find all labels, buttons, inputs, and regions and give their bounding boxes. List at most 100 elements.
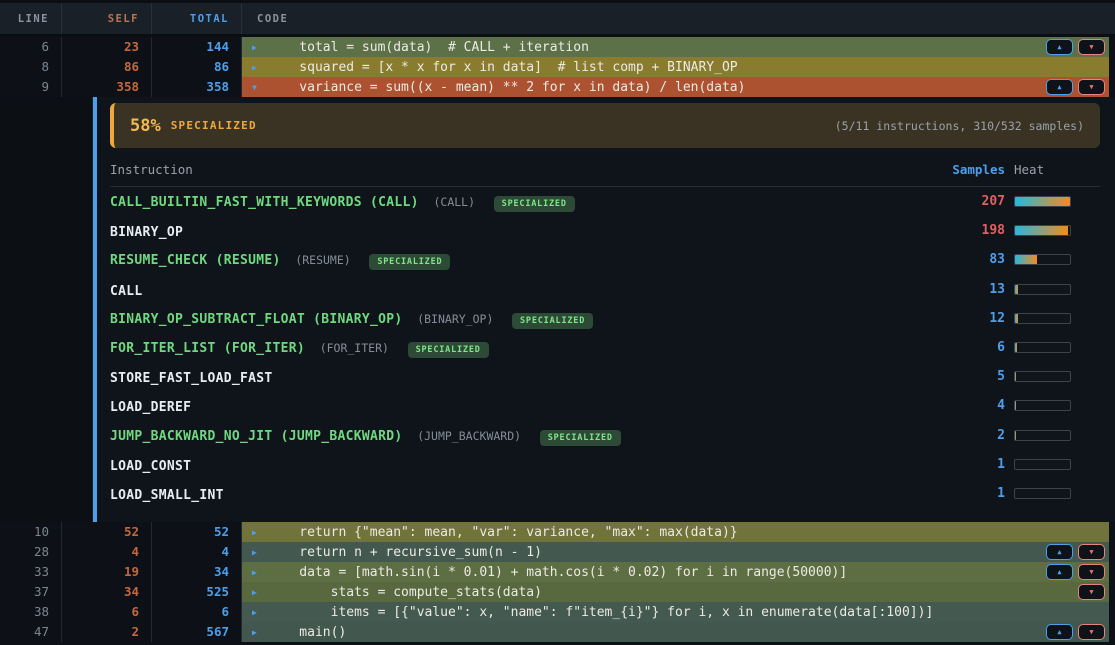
- total-samples: 6: [152, 602, 242, 622]
- code-cell[interactable]: ▶ total = sum(data) # CALL + iteration ▲…: [242, 37, 1109, 57]
- move-up-button[interactable]: ▲: [1046, 39, 1073, 55]
- heat-bar-track: [1014, 488, 1071, 499]
- column-header-samples[interactable]: Samples: [915, 162, 1005, 177]
- code-row[interactable]: 10 52 52 ▶ return {"mean": mean, "var": …: [0, 522, 1115, 542]
- code-row-expanded[interactable]: 9 358 358 ▼ variance = sum((x - mean) **…: [0, 77, 1115, 97]
- heat-bar: [1005, 488, 1100, 499]
- instruction-name: RESUME_CHECK (RESUME): [110, 253, 281, 268]
- instruction-name: BINARY_OP: [110, 225, 183, 240]
- heat-bar-track: [1014, 400, 1071, 411]
- self-samples: 34: [62, 582, 152, 602]
- row-actions: ▼: [1070, 584, 1109, 600]
- code-row[interactable]: 6 23 144 ▶ total = sum(data) # CALL + it…: [0, 37, 1115, 57]
- expand-icon[interactable]: ▶: [252, 588, 268, 597]
- sample-count: 207: [915, 194, 1005, 209]
- heat-bar-fill: [1015, 285, 1018, 294]
- line-number: 9: [0, 77, 62, 97]
- collapse-icon[interactable]: ▼: [252, 83, 268, 92]
- move-up-button[interactable]: ▲: [1046, 79, 1073, 95]
- code-row[interactable]: 47 2 567 ▶ main() ▲ ▼: [0, 622, 1115, 642]
- move-down-button[interactable]: ▼: [1078, 624, 1105, 640]
- instruction-name-cell: LOAD_CONST: [110, 455, 915, 474]
- instruction-name-cell: CALL_BUILTIN_FAST_WITH_KEYWORDS (CALL) (…: [110, 191, 915, 212]
- move-down-button[interactable]: ▼: [1078, 564, 1105, 580]
- move-down-button[interactable]: ▼: [1078, 584, 1105, 600]
- move-up-button[interactable]: ▲: [1046, 544, 1073, 560]
- instruction-base-opcode: (JUMP_BACKWARD): [417, 429, 521, 443]
- code-row[interactable]: 33 19 34 ▶ data = [math.sin(i * 0.01) + …: [0, 562, 1115, 582]
- instruction-name-cell: JUMP_BACKWARD_NO_JIT (JUMP_BACKWARD) (JU…: [110, 425, 915, 446]
- heat-bar: [1005, 254, 1100, 265]
- code-row[interactable]: 38 6 6 ▶ items = [{"value": x, "name": f…: [0, 602, 1115, 622]
- column-header-self[interactable]: SELF: [62, 3, 152, 34]
- move-up-button[interactable]: ▲: [1046, 564, 1073, 580]
- line-number: 38: [0, 602, 62, 622]
- expand-icon[interactable]: ▶: [252, 628, 268, 637]
- column-header-code: CODE: [242, 13, 288, 25]
- line-number: 47: [0, 622, 62, 642]
- code-cell[interactable]: ▶ squared = [x * x for x in data] # list…: [242, 57, 1109, 77]
- line-number: 33: [0, 562, 62, 582]
- total-samples: 358: [152, 77, 242, 97]
- total-samples: 144: [152, 37, 242, 57]
- specialized-badge: SPECIALIZED: [512, 313, 593, 329]
- code-text: return {"mean": mean, "var": variance, "…: [268, 525, 738, 540]
- specialized-label: SPECIALIZED: [171, 119, 257, 132]
- code-cell[interactable]: ▶ return {"mean": mean, "var": variance,…: [242, 522, 1109, 542]
- code-row[interactable]: 37 34 525 ▶ stats = compute_stats(data) …: [0, 582, 1115, 602]
- column-header-total[interactable]: TOTAL: [152, 3, 242, 34]
- sample-count: 12: [915, 311, 1005, 326]
- code-cell[interactable]: ▶ main() ▲ ▼: [242, 622, 1109, 642]
- instruction-row: LOAD_DEREF 4: [110, 391, 1100, 420]
- self-samples: 2: [62, 622, 152, 642]
- code-cell[interactable]: ▼ variance = sum((x - mean) ** 2 for x i…: [242, 77, 1109, 97]
- code-cell[interactable]: ▶ return n + recursive_sum(n - 1) ▲ ▼: [242, 542, 1109, 562]
- down-arrow-icon: ▼: [1089, 549, 1093, 556]
- code-row[interactable]: 28 4 4 ▶ return n + recursive_sum(n - 1)…: [0, 542, 1115, 562]
- expand-icon[interactable]: ▶: [252, 63, 268, 72]
- down-arrow-icon: ▼: [1089, 589, 1093, 596]
- instruction-name: CALL: [110, 284, 143, 299]
- up-arrow-icon: ▲: [1057, 549, 1061, 556]
- heat-bar-track: [1014, 371, 1071, 382]
- code-cell[interactable]: ▶ data = [math.sin(i * 0.01) + math.cos(…: [242, 562, 1109, 582]
- instruction-row: LOAD_CONST 1: [110, 450, 1100, 479]
- heat-bar-fill: [1015, 197, 1070, 206]
- expand-icon[interactable]: ▶: [252, 43, 268, 52]
- line-number: 8: [0, 57, 62, 77]
- total-samples: 86: [152, 57, 242, 77]
- total-samples: 34: [152, 562, 242, 582]
- code-cell[interactable]: ▶ stats = compute_stats(data) ▼: [242, 582, 1109, 602]
- heat-bar: [1005, 284, 1100, 295]
- self-samples: 23: [62, 37, 152, 57]
- expand-icon[interactable]: ▶: [252, 548, 268, 557]
- profiler-table: LINE SELF TOTAL CODE 6 23 144 ▶ total = …: [0, 0, 1115, 645]
- instruction-base-opcode: (FOR_ITER): [320, 341, 389, 355]
- expand-icon[interactable]: ▶: [252, 568, 268, 577]
- heat-bar-track: [1014, 254, 1071, 265]
- line-number: 10: [0, 522, 62, 542]
- column-header-instruction: Instruction: [110, 162, 915, 177]
- specialized-badge: SPECIALIZED: [540, 430, 621, 446]
- code-text: data = [math.sin(i * 0.01) + math.cos(i …: [268, 565, 847, 580]
- code-row[interactable]: 8 86 86 ▶ squared = [x * x for x in data…: [0, 57, 1115, 77]
- specialization-panel: 58% SPECIALIZED (5/11 instructions, 310/…: [0, 97, 1115, 522]
- instruction-table-header: Instruction Samples Heat: [110, 162, 1100, 187]
- specialization-summary: (5/11 instructions, 310/532 samples): [835, 119, 1084, 133]
- code-cell[interactable]: ▶ items = [{"value": x, "name": f"item_{…: [242, 602, 1109, 622]
- move-down-button[interactable]: ▼: [1078, 39, 1105, 55]
- specialized-badge: SPECIALIZED: [408, 342, 489, 358]
- code-text: variance = sum((x - mean) ** 2 for x in …: [268, 80, 745, 95]
- total-samples: 567: [152, 622, 242, 642]
- up-arrow-icon: ▲: [1057, 569, 1061, 576]
- move-down-button[interactable]: ▼: [1078, 79, 1105, 95]
- row-actions: ▲ ▼: [1038, 624, 1109, 640]
- move-up-button[interactable]: ▲: [1046, 624, 1073, 640]
- heat-bar-track: [1014, 225, 1071, 236]
- expand-icon[interactable]: ▶: [252, 608, 268, 617]
- move-down-button[interactable]: ▼: [1078, 544, 1105, 560]
- heat-bar-fill: [1015, 431, 1016, 440]
- expand-icon[interactable]: ▶: [252, 528, 268, 537]
- instruction-row: CALL_BUILTIN_FAST_WITH_KEYWORDS (CALL) (…: [110, 187, 1100, 216]
- panel-content: 58% SPECIALIZED (5/11 instructions, 310/…: [97, 97, 1115, 522]
